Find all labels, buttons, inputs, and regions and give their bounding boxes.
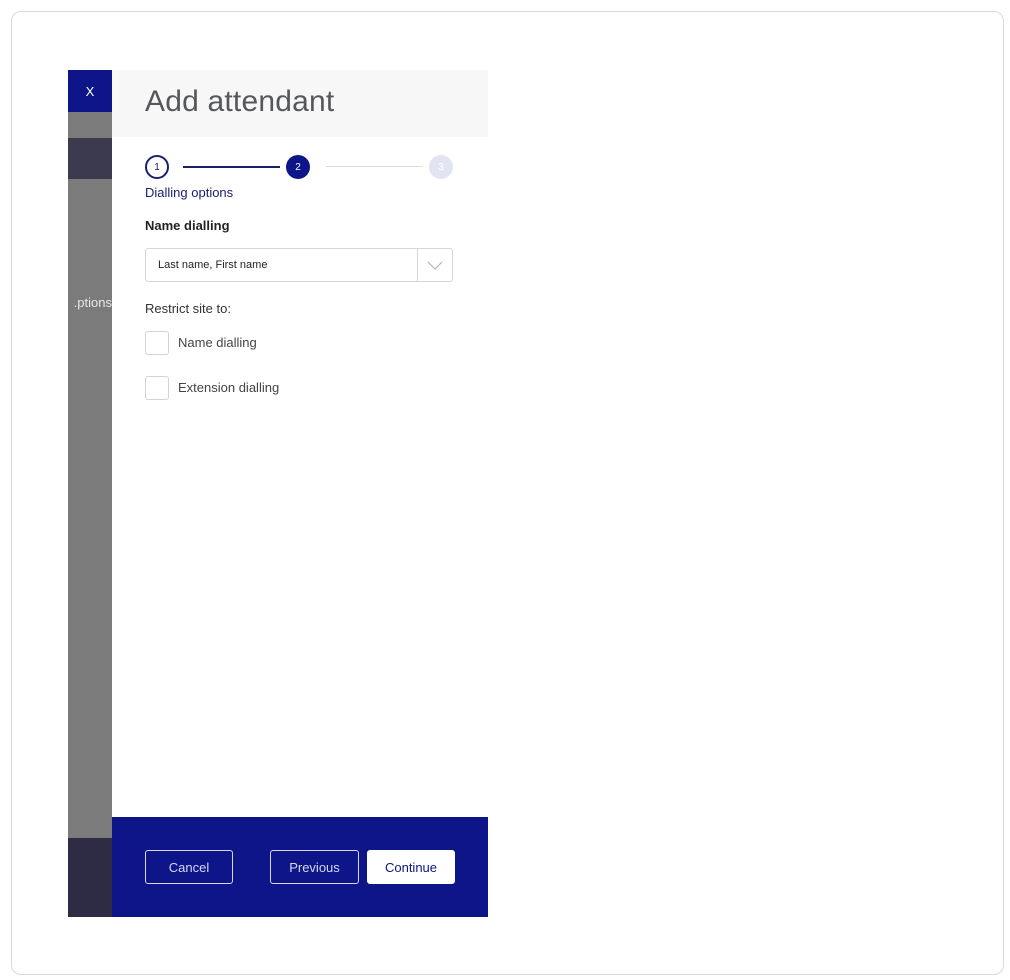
close-button[interactable]: X: [68, 70, 112, 112]
name-dialling-label: Name dialling: [145, 218, 230, 233]
checkbox[interactable]: [145, 376, 169, 400]
step-connector: [326, 166, 423, 167]
previous-button[interactable]: Previous: [270, 850, 359, 884]
step-label: Dialling options: [145, 185, 234, 200]
step-2: 2: [286, 155, 310, 179]
continue-button[interactable]: Continue: [367, 850, 455, 884]
checkbox[interactable]: [145, 331, 169, 355]
select-value: Last name, First name: [158, 259, 268, 271]
background-band: [68, 838, 112, 917]
checkbox-label: Name dialling: [178, 335, 257, 350]
background-text: ptions.: [73, 295, 112, 310]
step-1: 1: [145, 155, 169, 179]
select-divider: [417, 249, 418, 281]
step-3: 3: [429, 155, 453, 179]
name-dialling-select[interactable]: Last name, First name: [145, 248, 453, 282]
chevron-down-icon: [427, 261, 443, 270]
panel-footer: Cancel Previous Continue: [112, 817, 488, 917]
page-title: Add attendant: [145, 85, 335, 118]
checkbox-label: Extension dialling: [178, 380, 280, 395]
panel-header: Add attendant: [112, 70, 488, 137]
cancel-button[interactable]: Cancel: [145, 850, 233, 884]
step-connector: [183, 166, 280, 168]
restrict-label: Restrict site to:: [145, 301, 231, 316]
background-band: [68, 138, 112, 179]
side-panel: Add attendant 1 2 3 Dialling options Nam…: [112, 70, 488, 917]
background-overlay: X ptions.: [68, 70, 112, 917]
